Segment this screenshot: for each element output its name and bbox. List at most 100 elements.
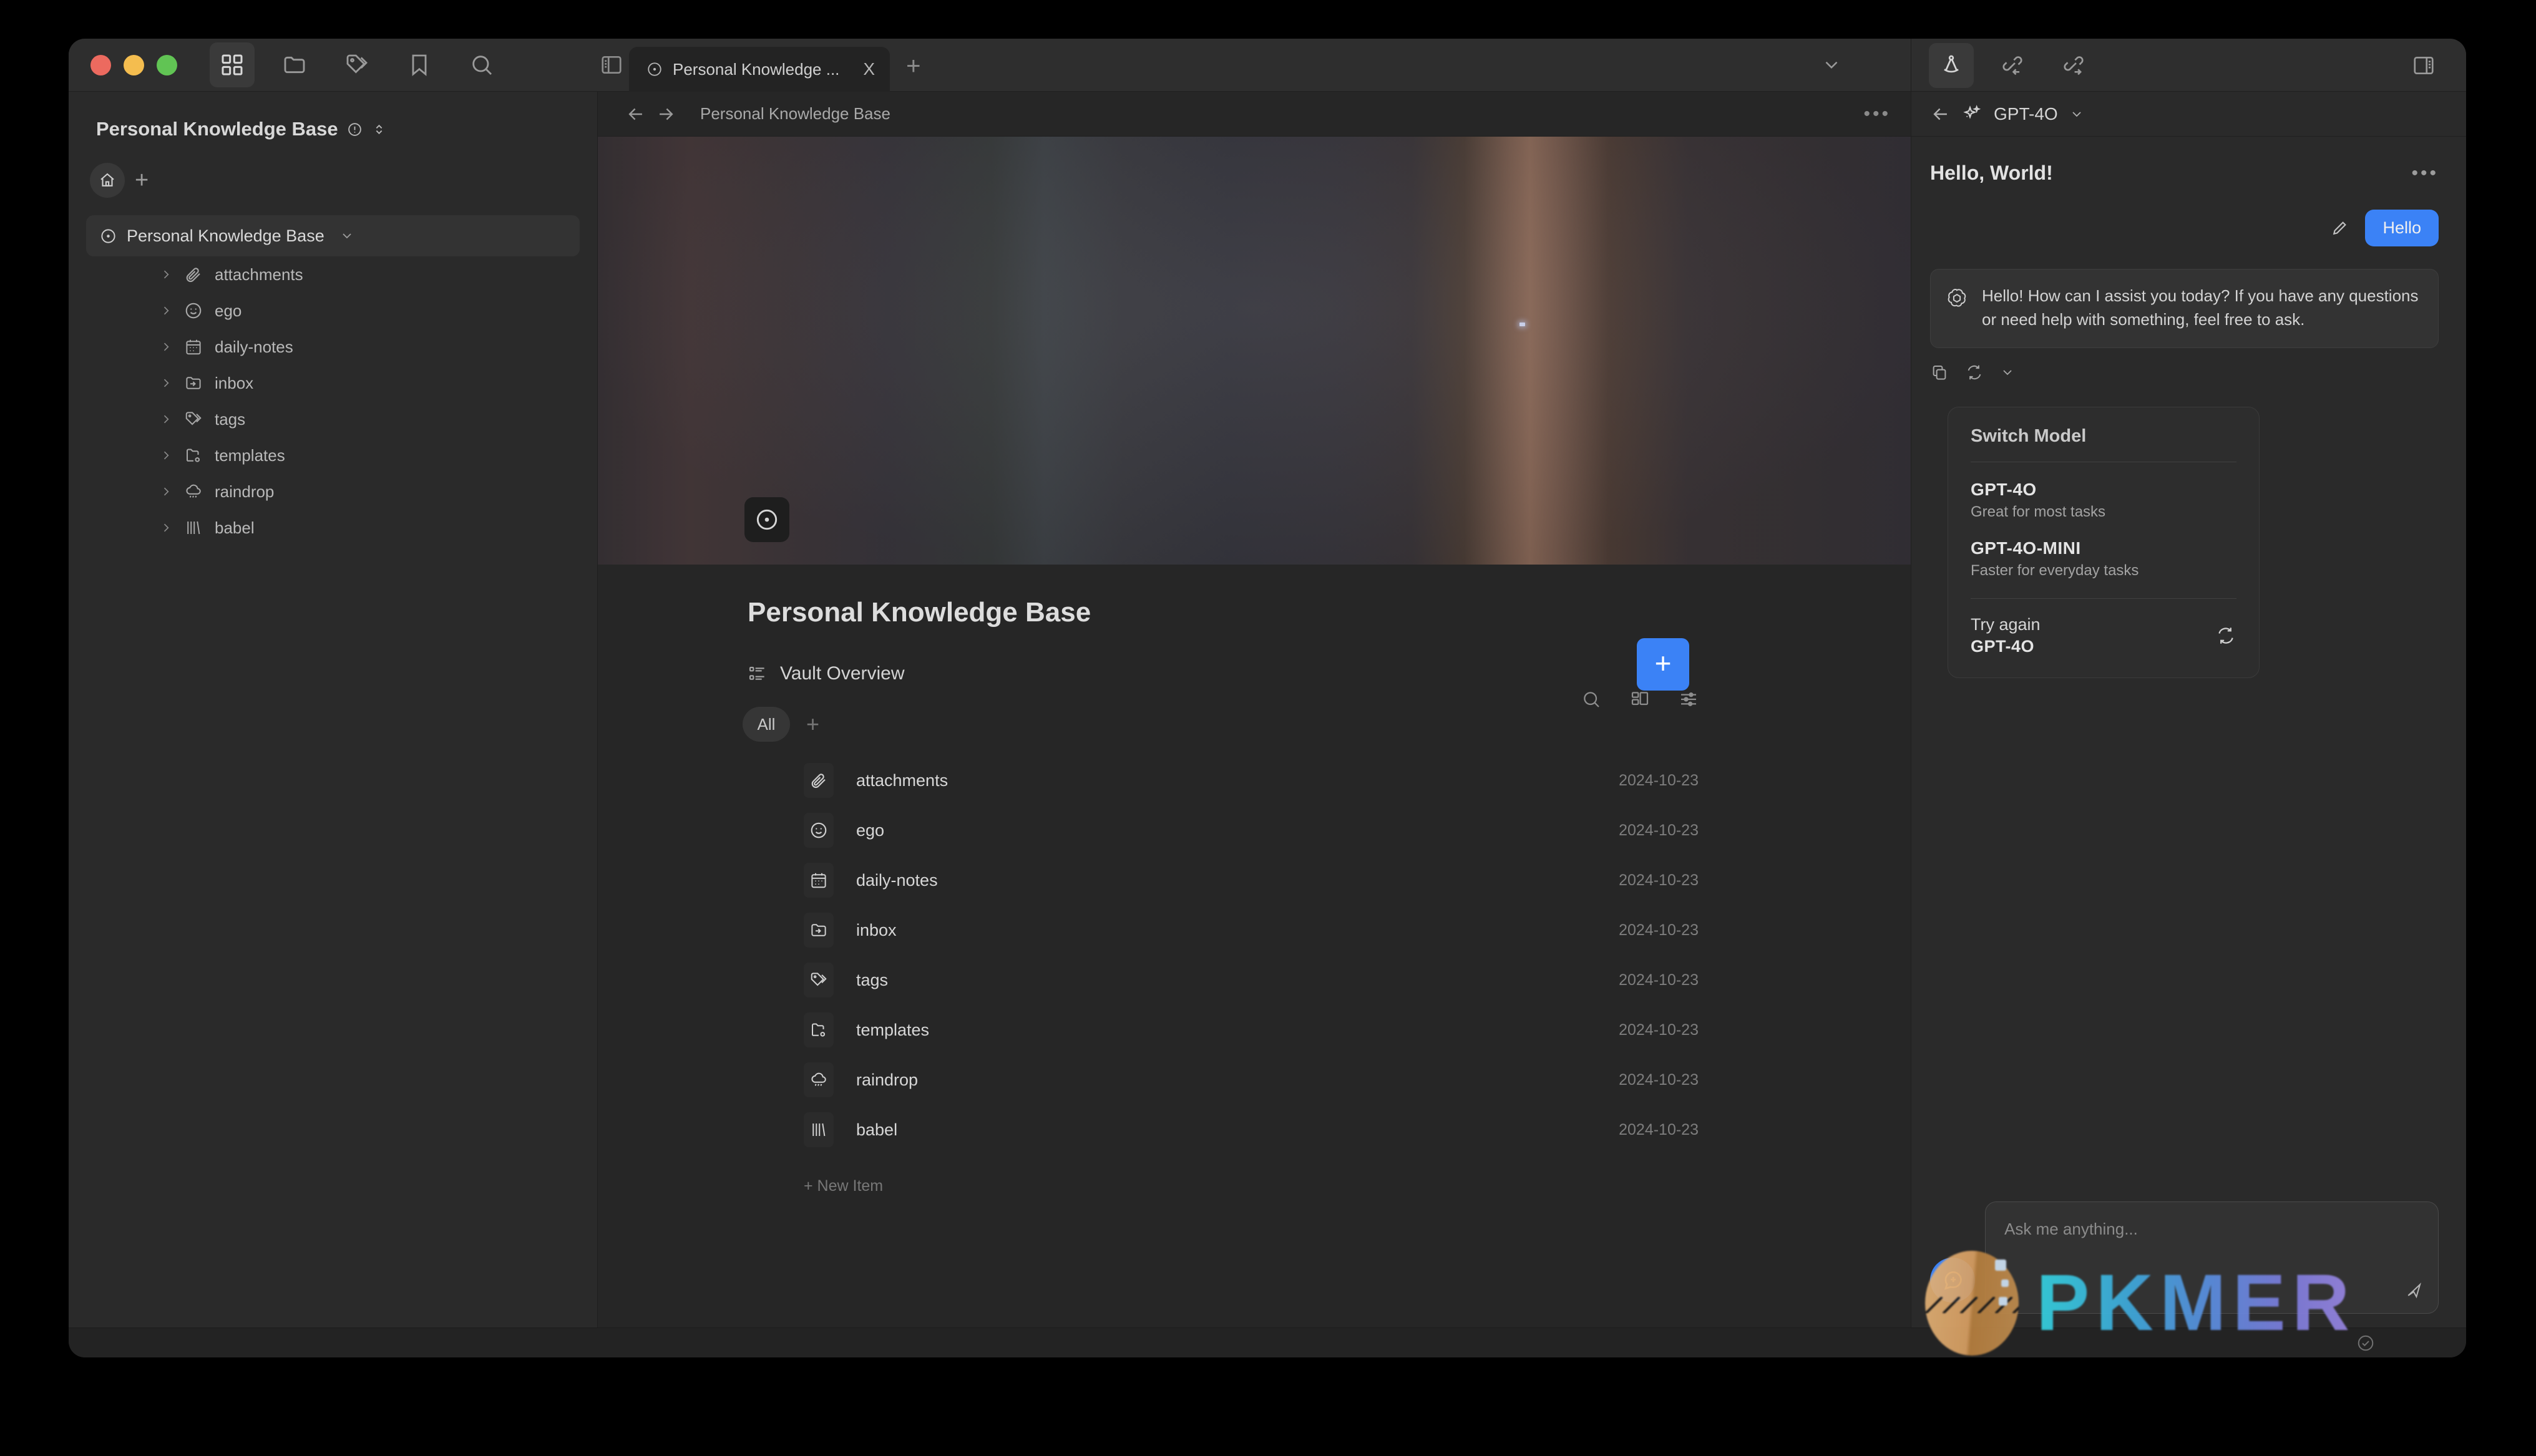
outgoing-links-icon: [2064, 56, 2084, 75]
chevron-right-icon[interactable]: [160, 341, 172, 353]
table-row[interactable]: daily-notes 2024-10-23: [598, 855, 1911, 905]
chevron-right-icon[interactable]: [160, 268, 172, 281]
table-row[interactable]: raindrop 2024-10-23: [598, 1055, 1911, 1105]
main-scroll-area[interactable]: Personal Knowledge Base Vault Overview +: [598, 137, 1911, 1327]
table-row[interactable]: tags 2024-10-23: [598, 955, 1911, 1005]
tab-close-icon[interactable]: X: [863, 61, 875, 78]
vault-switcher[interactable]: Personal Knowledge Base: [69, 92, 597, 140]
compass-icon-button[interactable]: [1929, 42, 1974, 88]
settings-sliders-icon-button[interactable]: [1679, 689, 1699, 709]
smiley-icon: [183, 301, 203, 320]
table-row[interactable]: ego 2024-10-23: [598, 805, 1911, 855]
toggle-right-sidebar-button[interactable]: [2401, 43, 2446, 88]
sidebar-item-tags[interactable]: tags: [69, 401, 597, 437]
sidebar-item-attachments[interactable]: attachments: [69, 256, 597, 293]
user-message-row: Hello: [1911, 185, 2466, 246]
sidebar-item-inbox[interactable]: inbox: [69, 365, 597, 401]
section-title: Vault Overview: [780, 663, 905, 684]
add-filter-button[interactable]: +: [806, 713, 819, 735]
minimize-window-button[interactable]: [124, 54, 144, 75]
layout-icon-button[interactable]: [1630, 689, 1650, 709]
sidebar-item-raindrop[interactable]: raindrop: [69, 473, 597, 510]
item-date: 2024-10-23: [1619, 1021, 1699, 1039]
search-icon-button[interactable]: [1581, 689, 1601, 709]
regenerate-icon: [1968, 366, 1981, 380]
try-again-row[interactable]: Try again GPT-4O: [1971, 599, 2236, 656]
backlinks-icon-button[interactable]: [1990, 43, 2035, 88]
calendar-icon: [183, 337, 203, 356]
chevron-right-icon[interactable]: [160, 304, 172, 317]
breadcrumb[interactable]: Personal Knowledge Base: [700, 104, 890, 124]
toggle-left-sidebar-button[interactable]: [593, 46, 630, 84]
folder-cog-icon: [183, 446, 203, 465]
item-name: daily-notes: [856, 870, 938, 890]
sidebar-item-daily-notes[interactable]: daily-notes: [69, 329, 597, 365]
info-icon[interactable]: [347, 122, 363, 137]
table-row[interactable]: babel 2024-10-23: [598, 1105, 1911, 1155]
ai-back-button[interactable]: [1930, 104, 1951, 125]
item-name: templates: [856, 1020, 930, 1039]
chevron-right-icon[interactable]: [160, 522, 172, 534]
back-button[interactable]: [625, 104, 655, 125]
folder-icon-button[interactable]: [272, 42, 317, 87]
outgoing-links-icon-button[interactable]: [2051, 43, 2096, 88]
item-date: 2024-10-23: [1619, 921, 1699, 939]
try-again-button[interactable]: [2215, 625, 2236, 646]
item-name: babel: [856, 1120, 898, 1139]
chevron-right-icon[interactable]: [160, 413, 172, 425]
sync-status-icon[interactable]: [2356, 1334, 2375, 1352]
tree-root-item[interactable]: Personal Knowledge Base: [86, 215, 580, 256]
ai-model-chevron-button[interactable]: [2069, 107, 2084, 122]
close-window-button[interactable]: [90, 54, 111, 75]
search-icon-button[interactable]: [459, 42, 504, 87]
send-button[interactable]: [2404, 1281, 2423, 1299]
message-more-button[interactable]: [2000, 365, 2015, 380]
sidebar-item-label: templates: [215, 445, 285, 465]
note-icon-badge[interactable]: [744, 497, 789, 542]
calendar-icon: [804, 863, 834, 898]
copy-button[interactable]: [1930, 363, 1949, 382]
add-item-button[interactable]: +: [1637, 638, 1689, 691]
item-name: inbox: [856, 920, 897, 939]
item-name: attachments: [856, 770, 949, 790]
model-option-desc: Great for most tasks: [1971, 503, 2106, 521]
chevron-right-icon[interactable]: [160, 449, 172, 462]
sidebar-item-templates[interactable]: templates: [69, 437, 597, 473]
tags-icon: [346, 54, 368, 74]
table-row[interactable]: attachments 2024-10-23: [598, 755, 1911, 805]
main-options-button[interactable]: •••: [1863, 104, 1891, 124]
chevron-right-icon[interactable]: [160, 485, 172, 498]
model-option-gpt4o-mini[interactable]: GPT-4O-MINI Faster for everyday tasks: [1971, 521, 2236, 580]
table-row[interactable]: templates 2024-10-23: [598, 1005, 1911, 1055]
table-row[interactable]: inbox 2024-10-23: [598, 905, 1911, 955]
home-button[interactable]: [90, 163, 125, 198]
sidebar-item-babel[interactable]: babel: [69, 510, 597, 546]
bookmark-icon-button[interactable]: [397, 42, 442, 87]
forward-button[interactable]: [655, 104, 685, 125]
tags-icon-button[interactable]: [334, 42, 379, 87]
new-tab-button[interactable]: +: [906, 52, 920, 80]
new-chat-button[interactable]: [1930, 1258, 1975, 1303]
regenerate-button[interactable]: [1965, 363, 1984, 382]
edit-message-button[interactable]: [2330, 219, 2349, 238]
vault-tree: Personal Knowledge Base attachments ego: [69, 215, 597, 546]
new-item-button[interactable]: + New Item: [598, 1155, 1911, 1195]
grid-icon-button[interactable]: [210, 42, 255, 87]
tab-personal-knowledge-base[interactable]: Personal Knowledge ... X: [629, 47, 890, 92]
filter-chip-all[interactable]: All: [743, 707, 790, 742]
sidebar-item-ego[interactable]: ego: [69, 293, 597, 329]
zoom-window-button[interactable]: [157, 54, 177, 75]
add-note-button[interactable]: +: [135, 168, 149, 192]
chevron-down-icon[interactable]: [339, 228, 354, 243]
tab-overflow-chevron-button[interactable]: [1821, 54, 1842, 75]
chevron-updown-icon[interactable]: [371, 122, 387, 137]
chat-options-button[interactable]: •••: [2411, 163, 2439, 183]
model-option-gpt4o[interactable]: GPT-4O Great for most tasks: [1971, 462, 2236, 521]
right-panel-icon: [2414, 56, 2434, 74]
left-sidebar: Personal Knowledge Base + Personal Knowl…: [69, 92, 598, 1327]
chevron-right-icon[interactable]: [160, 377, 172, 389]
chat-input[interactable]: Ask me anything...: [1985, 1201, 2439, 1314]
tree-root-label: Personal Knowledge Base: [127, 226, 324, 245]
raindrop-icon: [804, 1062, 834, 1097]
model-option-desc: Faster for everyday tasks: [1971, 562, 2139, 580]
